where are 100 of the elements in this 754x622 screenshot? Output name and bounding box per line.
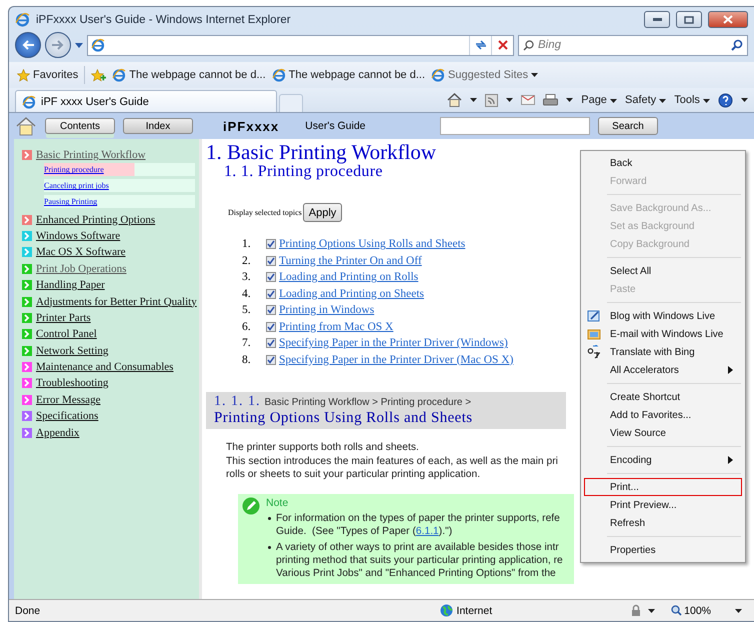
menu-item[interactable]: Blog with Windows Live (584, 307, 742, 325)
dropdown-caret-icon[interactable] (648, 608, 656, 612)
home-icon[interactable] (447, 93, 462, 107)
menu-item[interactable]: View Source (584, 424, 742, 442)
favorites-link[interactable]: Suggested Sites (431, 68, 538, 82)
topic-link[interactable]: Printing in Windows (279, 304, 374, 316)
close-button[interactable] (708, 11, 748, 28)
zoom-icon (671, 605, 682, 616)
sidebar-item[interactable]: Enhanced Printing Options (22, 211, 199, 228)
checkbox[interactable] (266, 288, 276, 299)
checkbox[interactable] (266, 354, 276, 365)
help-icon[interactable] (718, 92, 733, 108)
menu-item[interactable]: Add to Favorites... (584, 406, 742, 424)
dropdown-caret-icon[interactable] (735, 608, 742, 612)
search-field[interactable]: Bing (518, 34, 748, 56)
ie-icon (22, 94, 36, 108)
command-menu[interactable]: Safety (625, 94, 666, 106)
section-number: 1. 1. 1. (214, 394, 260, 410)
checkbox[interactable] (266, 256, 276, 266)
topic-link[interactable]: Loading and Printing on Sheets (279, 288, 424, 300)
topic-link[interactable]: Specifying Paper in the Printer Driver (Mac OS X) (279, 354, 514, 366)
dropdown-caret-icon[interactable] (659, 99, 666, 103)
ie-icon (272, 68, 286, 82)
add-favorite-icon[interactable] (91, 68, 106, 82)
menu-item[interactable]: Create Shortcut (584, 388, 742, 406)
refresh-icon (474, 40, 486, 50)
checkbox[interactable] (266, 272, 276, 282)
star-icon (17, 68, 30, 82)
dropdown-caret-icon[interactable] (566, 98, 574, 102)
favorites-button[interactable]: Favorites (17, 68, 78, 82)
favorites-link[interactable]: The webpage cannot be d... (272, 68, 426, 82)
sidebar-subitem[interactable]: Pausing Printing (44, 195, 195, 208)
topic-number: 6. (242, 320, 252, 333)
forward-button[interactable] (45, 32, 71, 58)
address-field[interactable] (87, 34, 514, 56)
topic-link[interactable]: Turning the Printer On and Off (279, 254, 422, 267)
apply-button[interactable]: Apply (302, 203, 342, 222)
sidebar-item[interactable]: Basic Printing Workflow (22, 147, 199, 164)
search-field[interactable] (440, 117, 590, 135)
checkbox[interactable] (266, 322, 276, 332)
dropdown-caret-icon[interactable] (470, 98, 478, 102)
menu-item[interactable]: Translate with Bing (584, 343, 742, 361)
checkbox[interactable] (266, 338, 276, 348)
menu-item[interactable]: Select All (584, 262, 742, 280)
back-button[interactable] (15, 32, 41, 58)
reference-link[interactable]: 6.1.1 (416, 526, 439, 536)
sidebar-item[interactable]: Printer Parts (22, 310, 199, 326)
blog-icon (587, 309, 601, 323)
checkbox[interactable] (266, 239, 276, 250)
menu-item[interactable]: Back (584, 154, 742, 172)
help-tab[interactable]: Index (123, 118, 193, 134)
menu-item[interactable]: E-mail with Windows Live (584, 325, 742, 343)
search-button[interactable]: Search (598, 117, 658, 135)
sidebar-item[interactable]: Handling Paper (22, 276, 199, 294)
menu-item[interactable]: All Accelerators (584, 361, 742, 379)
sidebar-item[interactable]: Windows Software (22, 228, 199, 244)
sidebar-item[interactable]: Mac OS X Software (22, 244, 199, 261)
email-icon (587, 327, 601, 341)
minimize-button[interactable] (644, 11, 670, 28)
dropdown-caret-icon[interactable] (610, 99, 617, 103)
sidebar-item[interactable]: Control Panel (22, 326, 199, 343)
sidebar-item[interactable]: Error Message (22, 392, 199, 408)
topic-link[interactable]: Printing Options Using Rolls and Sheets (279, 238, 466, 250)
topic-link[interactable]: Specifying Paper in the Printer Driver (Windows) (279, 337, 508, 350)
topic-link[interactable]: Printing from Mac OS X (279, 320, 394, 333)
dropdown-caret-icon[interactable] (531, 73, 538, 77)
command-menu[interactable]: Tools (674, 94, 710, 106)
sidebar-item[interactable]: Specifications (22, 408, 199, 424)
sidebar-item[interactable]: Appendix (22, 424, 199, 441)
dropdown-caret-icon[interactable] (703, 99, 710, 103)
recent-pages-caret-icon[interactable] (75, 42, 83, 48)
menu-item[interactable]: Properties (584, 541, 742, 559)
favorites-link[interactable]: The webpage cannot be d... (112, 68, 266, 82)
sidebar-item[interactable]: Maintenance and Consumables (22, 358, 199, 376)
maximize-button[interactable] (676, 11, 702, 28)
menu-item[interactable]: Print... (584, 478, 742, 496)
zoom-level[interactable]: 100% (671, 604, 711, 616)
sidebar-item[interactable]: Troubleshooting (22, 375, 199, 392)
sidebar-subitem[interactable]: Printing procedure (44, 163, 195, 176)
sidebar-subitem[interactable]: Canceling print jobs (44, 179, 195, 192)
dropdown-caret-icon[interactable] (741, 98, 748, 102)
sidebar-item[interactable]: Adjustments for Better Print Quality (22, 293, 199, 310)
feed-icon[interactable] (485, 94, 498, 106)
menu-item[interactable]: Refresh (584, 514, 742, 532)
browser-tab[interactable]: iPF xxxx User's Guide (15, 90, 277, 112)
product-name: iPFxxxx (223, 118, 280, 134)
sidebar-item[interactable]: Print Job Operations (22, 260, 199, 277)
dropdown-caret-icon[interactable] (506, 98, 514, 102)
sidebar-item[interactable]: Network Setting (22, 342, 199, 359)
mail-icon[interactable] (521, 95, 536, 105)
menu-item[interactable]: Print Preview... (584, 496, 742, 514)
menu-item[interactable]: Encoding (584, 451, 742, 469)
home-icon[interactable] (15, 116, 37, 136)
maximize-icon (684, 16, 694, 24)
command-menu[interactable]: Page (581, 94, 617, 106)
checkbox[interactable] (266, 305, 276, 316)
breadcrumb: Basic Printing Workflow > Printing procedure > (264, 397, 472, 408)
topic-link[interactable]: Loading and Printing on Rolls (279, 271, 418, 284)
search-icon[interactable] (731, 39, 743, 51)
printer-icon[interactable] (543, 94, 558, 106)
